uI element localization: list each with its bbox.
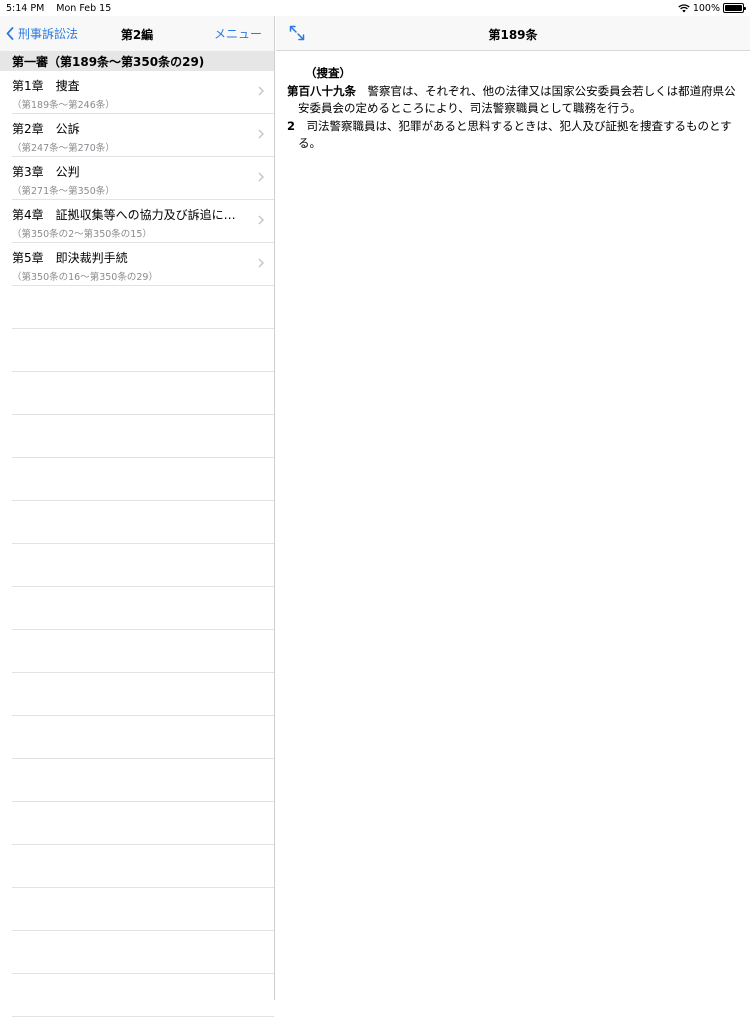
battery-percent: 100% (692, 2, 720, 14)
chapter-row[interactable]: 第3章 公判 （第271条〜第350条） (12, 157, 274, 200)
empty-row (12, 544, 274, 587)
empty-row (12, 845, 274, 888)
empty-row (12, 286, 274, 329)
paragraph-2-number: 2 (287, 118, 296, 133)
article-paragraph-2: 2 司法警察職員は、犯罪があると思料するときは、犯人及び証拠を捜査するものとする… (287, 118, 740, 153)
article-pane: 第189条 （捜査） 第百八十九条 警察官は、それぞれ、他の法律又は国家公安委員… (276, 16, 750, 1000)
empty-row (12, 716, 274, 759)
chapter-title: 第2章 公訴 (12, 122, 80, 136)
article-nav-title: 第189条 (488, 28, 538, 42)
empty-row (12, 759, 274, 802)
article-paragraph-1: 第百八十九条 警察官は、それぞれ、他の法律又は国家公安委員会若しくは都道府県公安… (287, 83, 740, 118)
chapter-list: 第1章 捜査 （第189条〜第246条） 第2章 公訴 （第247条〜第270条… (0, 71, 274, 1017)
chapter-range: （第350条の2〜第350条の15） (12, 229, 152, 240)
right-navigation-bar: 第189条 (276, 16, 750, 51)
chapter-range: （第247条〜第270条） (12, 143, 115, 154)
empty-row (12, 329, 274, 372)
empty-row (12, 802, 274, 845)
empty-row (12, 458, 274, 501)
article-body: （捜査） 第百八十九条 警察官は、それぞれ、他の法律又は国家公安委員会若しくは都… (276, 51, 750, 153)
status-time: 5:14 PM (6, 2, 45, 14)
chapter-title: 第4章 証拠収集等への協力及び訴追に関… (12, 208, 244, 222)
status-date: Mon Feb 15 (56, 2, 112, 14)
article-number: 第百八十九条 (287, 83, 356, 98)
empty-row (12, 587, 274, 630)
paragraph-1-text: 警察官は、それぞれ、他の法律又は国家公安委員会若しくは都道府県公安委員会の定める… (298, 83, 736, 116)
paragraph-2-text: 司法警察職員は、犯罪があると思料するときは、犯人及び証拠を捜査するものとする。 (298, 118, 732, 151)
chevron-right-icon (258, 86, 264, 96)
empty-row (12, 501, 274, 544)
chapter-list-pane: 刑事訴訟法 第2編 メニュー 第一審（第189条〜第350条の29) 第1章 捜… (0, 16, 275, 1017)
empty-row (12, 974, 274, 1017)
chapter-row[interactable]: 第2章 公訴 （第247条〜第270条） (12, 114, 274, 157)
battery-icon (723, 3, 746, 13)
wifi-icon (678, 3, 690, 12)
chevron-right-icon (258, 172, 264, 182)
empty-row (12, 888, 274, 931)
empty-row (12, 673, 274, 716)
chevron-right-icon (258, 258, 264, 268)
empty-row (12, 415, 274, 458)
empty-row (12, 372, 274, 415)
chapter-row[interactable]: 第4章 証拠収集等への協力及び訴追に関… （第350条の2〜第350条の15） (12, 200, 274, 243)
menu-button[interactable]: メニュー (214, 25, 262, 42)
battery-fill (725, 5, 742, 11)
chapter-row[interactable]: 第5章 即決裁判手続 （第350条の16〜第350条の29） (12, 243, 274, 286)
chapter-range: （第271条〜第350条） (12, 186, 115, 197)
status-right: 100% (678, 2, 746, 14)
status-bar: 5:14 PM Mon Feb 15 100% (0, 0, 750, 16)
section-header: 第一審（第189条〜第350条の29) (0, 51, 274, 71)
chapter-title: 第5章 即決裁判手続 (12, 251, 128, 265)
chapter-range: （第189条〜第246条） (12, 100, 115, 111)
chapter-title: 第3章 公判 (12, 165, 80, 179)
chapter-title: 第1章 捜査 (12, 79, 80, 93)
empty-row (12, 931, 274, 974)
chapter-row[interactable]: 第1章 捜査 （第189条〜第246条） (12, 71, 274, 114)
article-caption: （捜査） (305, 66, 351, 80)
chevron-right-icon (258, 215, 264, 225)
left-navigation-bar: 刑事訴訟法 第2編 メニュー (0, 16, 274, 51)
chevron-right-icon (258, 129, 264, 139)
empty-row (12, 630, 274, 673)
chapter-range: （第350条の16〜第350条の29） (12, 272, 158, 283)
